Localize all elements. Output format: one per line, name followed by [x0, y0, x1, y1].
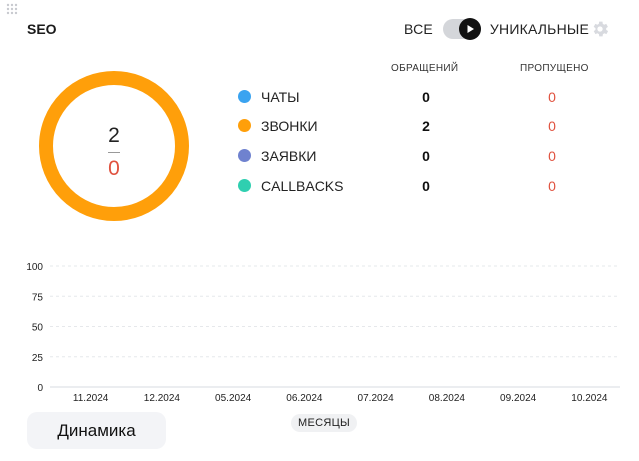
- bar-chart-svg: 100 75 50 25 0 11.2024 12.2024 05.2024 06.2024 07…: [26, 262, 620, 404]
- widget-title: SEO: [27, 21, 57, 37]
- legend-requests-count: 0: [422, 178, 430, 194]
- donut-divider: [108, 152, 120, 153]
- legend-requests-count: 2: [422, 118, 430, 134]
- legend-dot-chats: [238, 90, 251, 103]
- column-header-missed: ПРОПУЩЕНО: [520, 63, 589, 74]
- x-tick-label: 08.2024: [429, 393, 466, 404]
- legend-missed-count: 0: [548, 89, 556, 105]
- legend-label: ЗАЯВКИ: [261, 148, 317, 164]
- legend-dot-callbacks: [238, 179, 251, 192]
- legend-row-requests: ЗАЯВКИ 0 0: [238, 146, 608, 166]
- x-tick-label: 05.2024: [215, 393, 252, 404]
- toggle-label-all[interactable]: ВСЕ: [404, 21, 433, 37]
- legend-row-calls: ЗВОНКИ 2 0: [238, 116, 608, 136]
- x-tick-label: 07.2024: [358, 393, 395, 404]
- x-tick-label: 06.2024: [286, 393, 323, 404]
- dynamics-button[interactable]: Динамика: [27, 412, 166, 449]
- y-tick-label: 0: [37, 383, 43, 394]
- gear-icon[interactable]: [590, 19, 610, 39]
- legend-dot-requests: [238, 149, 251, 162]
- legend-label: ЗВОНКИ: [261, 118, 318, 134]
- x-tick-label: 12.2024: [144, 393, 181, 404]
- legend-missed-count: 0: [548, 148, 556, 164]
- legend-requests-count: 0: [422, 89, 430, 105]
- legend-missed-count: 0: [548, 118, 556, 134]
- x-axis-title: МЕСЯЦЫ: [291, 414, 358, 432]
- donut-chart: 2 0: [38, 70, 190, 222]
- legend-requests-count: 0: [422, 148, 430, 164]
- legend-row-callbacks: CALLBACKS 0 0: [238, 176, 608, 196]
- legend-missed-count: 0: [548, 178, 556, 194]
- legend-row-chats: ЧАТЫ 0 0: [238, 87, 608, 107]
- donut-total: 2: [108, 124, 120, 147]
- unique-toggle-switch[interactable]: [442, 18, 481, 40]
- legend-label: CALLBACKS: [261, 178, 344, 194]
- x-tick-label: 11.2024: [73, 393, 109, 404]
- column-header-requests: ОБРАЩЕНИЙ: [391, 63, 459, 74]
- y-tick-label: 25: [32, 353, 44, 364]
- drag-handle-icon[interactable]: [6, 3, 18, 15]
- toggle-label-unique[interactable]: УНИКАЛЬНЫЕ: [490, 21, 589, 37]
- legend-dot-calls: [238, 119, 251, 132]
- monthly-bar-chart: 100 75 50 25 0 11.2024 12.2024 05.2024 06.2024 07…: [0, 255, 639, 425]
- y-tick-label: 50: [32, 323, 44, 334]
- x-tick-label: 10.2024: [571, 393, 608, 404]
- x-tick-label: 09.2024: [500, 393, 537, 404]
- unique-toggle-group: ВСЕ УНИКАЛЬНЫЕ: [404, 17, 589, 41]
- y-tick-label: 100: [26, 262, 43, 273]
- donut-missed: 0: [108, 157, 120, 180]
- legend-label: ЧАТЫ: [261, 89, 300, 105]
- play-icon: [458, 18, 481, 40]
- y-tick-label: 75: [32, 292, 44, 303]
